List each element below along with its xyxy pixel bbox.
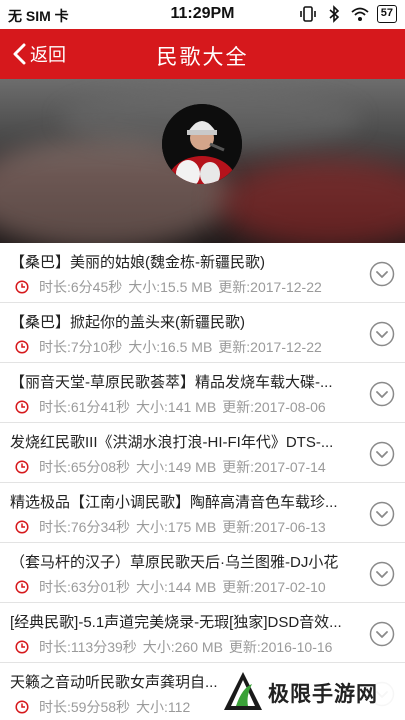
song-title: [经典民歌]-5.1声道完美烧录-无瑕[独家]DSD音效...: [10, 614, 342, 631]
song-title: 发烧红民歌III《洪湖水浪打浪-HI-FI年代》DTS-...: [10, 434, 334, 451]
expand-chevron-icon[interactable]: [369, 381, 395, 407]
song-meta: 时长:65分08秒 大小:149 MB 更新:2017-07-14: [15, 457, 326, 477]
song-item[interactable]: 【丽音天堂-草原民歌荟萃】精品发烧车载大碟-... 时长:61分41秒 大小:141…: [0, 363, 405, 423]
expand-chevron-icon[interactable]: [369, 621, 395, 647]
song-item[interactable]: （套马杆的汉子）草原民歌天后·乌兰图雅-DJ小花时长:63分01秒 大小:144 …: [0, 543, 405, 603]
song-updated: 更新:2017-02-10: [222, 579, 326, 595]
song-list: 【桑巴】美丽的姑娘(魏金栋-新疆民歌) 时长:6分45秒 大小:15.5 MB 更新:…: [0, 243, 405, 720]
clock-icon: [15, 340, 29, 354]
song-item[interactable]: [经典民歌]-5.1声道完美烧录-无瑕[独家]DSD音效... 时长:113分39…: [0, 603, 405, 663]
status-bar: 无 SIM 卡 11:29PM 57: [0, 0, 405, 29]
song-item[interactable]: 【桑巴】美丽的姑娘(魏金栋-新疆民歌) 时长:6分45秒 大小:15.5 MB 更新:…: [0, 243, 405, 303]
watermark-text: 极限手游网: [268, 683, 378, 706]
song-updated: 更新:2016-10-16: [228, 639, 333, 655]
song-duration: 时长:6分45秒: [39, 279, 123, 295]
song-meta: 时长:63分01秒 大小:144 MB 更新:2017-02-10: [15, 577, 326, 597]
site-logo: [224, 672, 262, 710]
battery-indicator: 57: [376, 5, 397, 23]
clock-icon: [15, 400, 29, 414]
clock-icon: [15, 280, 29, 294]
expand-chevron-icon[interactable]: [369, 501, 395, 527]
expand-chevron-icon[interactable]: [369, 261, 395, 287]
song-updated: 更新:2017-06-13: [222, 519, 326, 535]
artist-avatar: [162, 104, 242, 184]
song-duration: 时长:59分58秒: [39, 699, 131, 715]
song-item[interactable]: 【桑巴】掀起你的盖头来(新疆民歌) 时长:7分10秒 大小:16.5 MB 更新:20…: [0, 303, 405, 363]
song-meta: 时长:61分41秒 大小:141 MB 更新:2017-08-06: [15, 397, 326, 417]
vibrate-icon: [299, 6, 316, 22]
song-updated: 更新:2017-12-22: [218, 279, 322, 295]
song-meta: 时长:113分39秒 大小:260 MB 更新:2016-10-16: [15, 637, 332, 657]
clock-icon: [15, 700, 29, 714]
song-size: 大小:112: [136, 699, 191, 715]
song-item[interactable]: 发烧红民歌III《洪湖水浪打浪-HI-FI年代》DTS-... 时长:65分08秒…: [0, 423, 405, 483]
song-updated: 更新:2017-08-06: [222, 399, 326, 415]
song-meta: 时长:6分45秒 大小:15.5 MB 更新:2017-12-22: [15, 277, 322, 297]
site-watermark: 极限手游网: [218, 664, 405, 720]
song-duration: 时长:113分39秒: [39, 639, 137, 655]
song-title: 【桑巴】美丽的姑娘(魏金栋-新疆民歌): [10, 254, 265, 271]
song-item[interactable]: 精选极品【江南小调民歌】陶醉高清音色车载珍... 时长:76分34秒 大小:175 …: [0, 483, 405, 543]
song-title: 精选极品【江南小调民歌】陶醉高清音色车载珍...: [10, 494, 338, 511]
song-size: 大小:141 MB: [136, 399, 217, 415]
bluetooth-icon: [329, 5, 339, 23]
expand-chevron-icon[interactable]: [369, 561, 395, 587]
song-duration: 时长:76分34秒: [39, 519, 131, 535]
clock-icon: [15, 640, 29, 654]
expand-chevron-icon[interactable]: [369, 321, 395, 347]
song-duration: 时长:65分08秒: [39, 459, 131, 475]
song-size: 大小:16.5 MB: [128, 339, 213, 355]
song-duration: 时长:63分01秒: [39, 579, 131, 595]
page-title: 民歌大全: [156, 46, 249, 69]
wifi-icon: [351, 7, 369, 21]
song-title: （套马杆的汉子）草原民歌天后·乌兰图雅-DJ小花: [10, 554, 339, 571]
status-icons: 57: [299, 5, 397, 23]
song-meta: 时长:76分34秒 大小:175 MB 更新:2017-06-13: [15, 517, 326, 537]
song-size: 大小:260 MB: [142, 639, 223, 655]
expand-chevron-icon[interactable]: [369, 441, 395, 467]
clock-icon: [15, 580, 29, 594]
song-updated: 更新:2017-12-22: [218, 339, 322, 355]
song-duration: 时长:61分41秒: [39, 399, 131, 415]
song-meta: 时长:7分10秒 大小:16.5 MB 更新:2017-12-22: [15, 337, 322, 357]
clock-icon: [15, 520, 29, 534]
song-title: 【丽音天堂-草原民歌荟萃】精品发烧车载大碟-...: [10, 374, 333, 391]
song-updated: 更新:2017-07-14: [222, 459, 326, 475]
song-title: 【桑巴】掀起你的盖头来(新疆民歌): [10, 314, 245, 331]
banner-image: [0, 79, 405, 243]
song-size: 大小:144 MB: [136, 579, 217, 595]
clock-icon: [15, 460, 29, 474]
song-meta: 时长:59分58秒 大小:112: [15, 697, 196, 717]
song-size: 大小:15.5 MB: [128, 279, 213, 295]
song-size: 大小:149 MB: [136, 459, 217, 475]
nav-bar: 返回 民歌大全: [0, 29, 405, 79]
song-size: 大小:175 MB: [136, 519, 217, 535]
song-duration: 时长:7分10秒: [39, 339, 123, 355]
